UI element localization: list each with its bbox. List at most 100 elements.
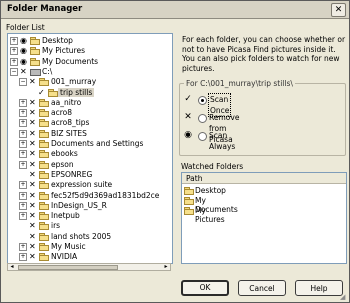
folder-icon [48,88,58,97]
folder-tree-row[interactable]: + ✕ fec52f5d9d369ad1831bd2ce [8,191,172,200]
expand-icon[interactable]: + [10,57,18,66]
folder-tree-label: land shots 2005 [51,231,112,241]
folder-tree-row[interactable]: + ✕ NVIDIA [8,252,172,262]
folder-tree-row[interactable]: + ✕ Documents and Settings [8,139,172,148]
x-icon: ✕ [29,200,36,210]
ok-button[interactable]: OK [181,280,229,296]
folder-icon [39,222,49,231]
folder-tree-row[interactable]: + ✕ My Music [8,242,172,251]
folder-tree[interactable]: + ◉ Desktop + ◉ My Pictures + ◉ My Documents − ✕ C:… [7,33,173,264]
folder-icon [30,37,40,45]
folder-tree-row[interactable]: + ✕ acro8 [8,108,172,118]
x-icon: ✕ [29,231,36,241]
expand-icon[interactable]: + [19,140,27,148]
folder-tree-row[interactable]: + ✕ aa_nitro [8,98,172,107]
scroll-right-icon[interactable]: ▸ [162,264,170,270]
watched-folder-label: Desktop [195,186,226,195]
x-icon: ✕ [29,221,36,231]
folder-tree-row[interactable]: + ✕ epson [8,160,172,169]
scroll-thumb[interactable] [18,265,118,270]
expand-icon[interactable]: + [19,253,27,262]
folder-tree-row[interactable]: − ✕ C:\ [8,67,172,76]
folder-tree-row[interactable]: + ✕ expression suite [8,180,172,190]
expand-icon[interactable]: + [19,160,27,169]
resize-grip-icon[interactable]: ◢ [340,293,348,301]
folder-tree-label: Documents and Settings [51,139,144,148]
x-icon: ✕ [29,159,36,169]
folder-tree-row[interactable]: + ✕ Inetpub [8,211,172,221]
expand-icon[interactable]: + [19,119,27,128]
expand-icon[interactable]: + [19,109,27,118]
folder-tree-label: Desktop [42,36,73,45]
x-icon: ✕ [29,149,36,159]
folder-tree-row[interactable]: ✕ land shots 2005 [8,232,172,241]
expand-icon[interactable]: + [19,150,27,159]
folder-tree-label: My Music [51,242,86,251]
folder-tree-label: expression suite [51,180,113,190]
folder-icon [184,207,194,215]
description-text: For each folder, you can choose whether … [182,35,346,73]
folder-tree-label: EPSONREG [51,169,93,179]
folder-manager-window: Folder Manager ✕ Folder List + ◉ Desktop + ◉… [0,0,350,303]
remove-from-picasa-radio[interactable] [198,114,207,123]
folder-icon [39,212,49,221]
x-icon: ✕ [29,97,36,107]
folder-tree-row[interactable]: − ✕ 001_murray [8,77,172,87]
x-icon: ✕ [29,242,36,251]
expand-icon[interactable]: + [19,201,27,210]
expand-icon[interactable]: + [10,37,18,45]
x-icon: ✕ [29,211,36,221]
expand-icon[interactable]: + [19,181,27,190]
expand-icon[interactable]: + [19,129,27,138]
folder-tree-label: InDesign_US_R [51,200,107,210]
folder-tree-label: acro8 [51,108,72,118]
folder-tree-row[interactable]: + ◉ My Documents [8,57,172,66]
x-icon: ✕ [29,77,36,87]
x-icon: ✕ [29,108,36,118]
collapse-icon[interactable]: − [19,78,27,87]
help-button[interactable]: Help [295,280,343,296]
collapse-icon[interactable]: − [10,67,18,76]
folder-tree-label: My Documents [42,56,99,66]
folder-icon [39,253,49,262]
path-column-header[interactable]: Path [182,173,346,184]
folder-tree-row[interactable]: + ✕ InDesign_US_R [8,201,172,210]
x-icon: ✕ [29,180,36,190]
folder-icon [184,187,194,195]
scan-once-radio[interactable] [198,96,207,105]
folder-tree-row[interactable]: ✓ trip stills [8,87,172,97]
folder-list-label: Folder List [6,23,45,32]
folder-tree-row[interactable]: + ◉ My Pictures [8,46,172,56]
expand-icon[interactable]: + [19,191,27,200]
folder-tree-row[interactable]: + ✕ ebooks [8,149,172,159]
folder-tree-label: NVIDIA [51,252,78,262]
folder-tree-row[interactable]: ✕ irs [8,221,172,231]
folder-tree-row[interactable]: ✕ EPSONREG [8,170,172,179]
scan-always-radio[interactable] [198,132,207,141]
watched-folders-list[interactable]: Path Desktop My Documents My Pictures [181,172,347,264]
tree-horizontal-scrollbar[interactable]: ◂ ▸ [7,263,171,271]
x-icon: ✕ [29,169,36,179]
folder-tree-row[interactable]: + ◉ Desktop [8,36,172,45]
folder-tree-label: BIZ SITES [51,128,87,138]
folder-icon [39,140,49,148]
scan-always-label[interactable]: Scan Always [209,130,235,152]
folder-tree-row[interactable]: + ✕ acro8_tips [8,118,172,128]
scroll-left-icon[interactable]: ◂ [8,264,16,270]
expand-icon[interactable]: + [10,47,18,56]
eye-icon: ◉ [20,36,27,45]
folder-icon [39,181,49,190]
folder-icon [39,201,49,210]
folder-icon [30,47,40,56]
expand-icon[interactable]: + [19,243,27,251]
close-button[interactable]: ✕ [331,3,346,17]
eye-icon: ◉ [20,56,27,66]
eye-icon: ◉ [184,130,192,140]
expand-icon[interactable]: + [19,212,27,221]
expand-icon[interactable]: + [19,98,27,107]
folder-tree-label: aa_nitro [51,97,82,107]
title-bar[interactable]: Folder Manager ✕ [1,1,349,19]
folder-tree-row[interactable]: + ✕ BIZ SITES [8,129,172,138]
cancel-button[interactable]: Cancel [238,280,286,296]
check-icon: ✓ [38,87,45,97]
